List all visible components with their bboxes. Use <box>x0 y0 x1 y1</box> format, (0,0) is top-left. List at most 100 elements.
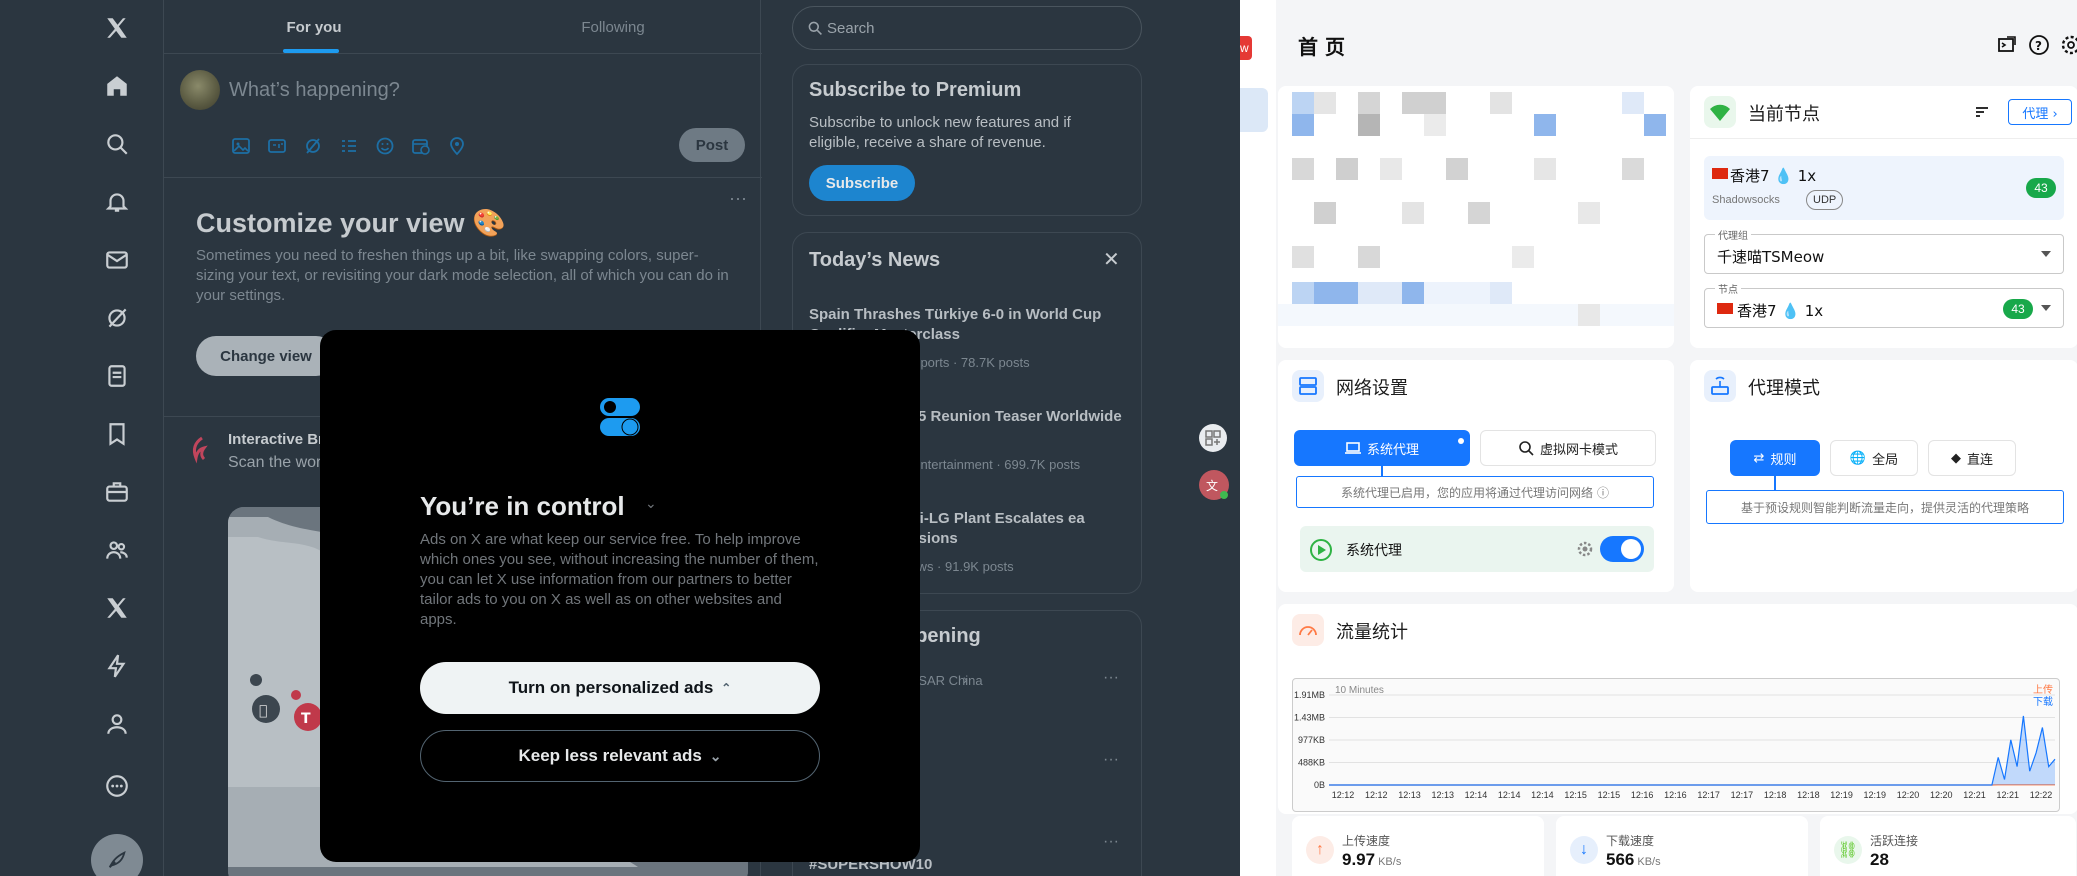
system-proxy-toggle[interactable] <box>1600 536 1644 562</box>
post-button[interactable]: Post <box>679 128 745 162</box>
laptop-icon <box>1344 442 1361 454</box>
subscribe-button[interactable]: Subscribe <box>809 165 915 201</box>
clash-home: 首 页 ? 当前节点 代理 › 香港7 💧 1x Shadowsocks UDP… <box>1276 0 2077 876</box>
link-icon: ⛓ <box>1834 836 1862 864</box>
proxy-group-select[interactable]: 代理组 千速喵TSMeow <box>1704 227 2064 274</box>
clash-sidebar: w <box>1240 0 1276 876</box>
profile-icon[interactable] <box>101 708 133 740</box>
button-label: Turn on personalized ads <box>508 678 714 697</box>
search-network-icon <box>1519 441 1534 456</box>
wifi-icon <box>1704 96 1736 128</box>
globe-icon: 🌐 <box>1849 450 1867 466</box>
sort-icon[interactable] <box>1974 104 1990 120</box>
emoji-icon[interactable] <box>375 136 395 156</box>
composer-input[interactable]: What’s happening? <box>229 79 400 102</box>
help-icon[interactable]: ? <box>2028 34 2050 56</box>
gif-icon[interactable] <box>267 136 287 156</box>
premium-x-icon[interactable] <box>101 592 133 624</box>
node-label: 节点 <box>1715 281 1741 296</box>
proxy-mode-title: 代理模式 <box>1748 378 1820 399</box>
grok-tool-icon[interactable] <box>303 136 323 156</box>
sidebar-active-item[interactable] <box>1240 88 1268 132</box>
bookmarks-icon[interactable] <box>101 418 133 450</box>
node-select[interactable]: 节点 香港7 💧 1x 43 <box>1704 281 2064 328</box>
news-headline[interactable]: ndai-LG Plant Escalates ea Tensions <box>893 509 1133 549</box>
location-pin-icon[interactable] <box>447 136 467 156</box>
mode-direct-button[interactable]: ◆ 直连 <box>1928 440 2016 476</box>
more-options-icon[interactable]: ··· <box>1103 833 1119 851</box>
more-circle-icon[interactable] <box>101 770 133 802</box>
translate-extension-icon[interactable]: 文 <box>1199 470 1229 500</box>
tab-following[interactable]: Following <box>464 0 762 54</box>
legend-upload: 上传 <box>2033 684 2053 696</box>
stat-label: 活跃连接 <box>1870 834 1919 848</box>
explore-search-icon[interactable] <box>101 128 133 160</box>
close-icon[interactable]: ✕ <box>1103 247 1120 272</box>
schedule-icon[interactable] <box>411 136 431 156</box>
communities-icon[interactable] <box>101 534 133 566</box>
mode-rule-button[interactable]: ⇄ 规则 <box>1730 440 1820 476</box>
chart-range-label: 10 Minutes <box>1335 685 1384 696</box>
search-placeholder: Search <box>827 20 875 37</box>
download-speed-card: ↓ 下载速度 566 KB/s <box>1556 816 1808 876</box>
notifications-bell-icon[interactable] <box>101 186 133 218</box>
turn-on-personalized-ads-button[interactable]: Turn on personalized ads ⌃ <box>420 662 820 714</box>
more-options-icon[interactable]: ··· <box>1103 751 1119 769</box>
x-logo-icon[interactable] <box>101 12 133 44</box>
tun-mode-tab[interactable]: 虚拟网卡模式 <box>1480 430 1656 466</box>
premium-card: Subscribe to Premium Subscribe to unlock… <box>792 64 1142 216</box>
terminal-icon[interactable] <box>1996 34 2018 56</box>
chevron-down-icon: ⌄ <box>709 747 722 764</box>
personalized-ads-modal: You’re in control ⌄ Ads on X are what ke… <box>320 330 920 862</box>
messages-mail-icon[interactable] <box>101 244 133 276</box>
keep-less-relevant-ads-button[interactable]: Keep less relevant ads ⌄ <box>420 730 820 782</box>
series-line <box>1329 715 2056 786</box>
current-node-card: 当前节点 代理 › 香港7 💧 1x Shadowsocks UDP 43 代理… <box>1690 86 2077 348</box>
stat-label: 上传速度 <box>1342 834 1391 848</box>
search-input[interactable]: Search <box>792 6 1142 50</box>
mode-label: 全局 <box>1872 452 1899 468</box>
news-headline[interactable]: 2025 Reunion Teaser Worldwide <box>893 407 1133 427</box>
system-proxy-row: 系统代理 <box>1300 526 1654 572</box>
direction-icon: ◆ <box>1950 450 1961 466</box>
x-tick-label: 12:19 <box>1864 790 1887 800</box>
legend-download: 下载 <box>2033 696 2053 708</box>
page-title: 首 页 <box>1298 35 1345 59</box>
x-tick-label: 12:22 <box>2030 790 2053 800</box>
x-tick-label: 12:12 <box>1365 790 1388 800</box>
y-tick-label: 977KB <box>1298 735 1325 745</box>
lists-icon[interactable] <box>101 360 133 392</box>
group-value: 千速喵TSMeow <box>1717 248 1825 266</box>
x-tick-label: 12:16 <box>1664 790 1687 800</box>
system-proxy-hint: 系统代理已启用，您的应用将通过代理访问网络 ⓘ <box>1296 476 1654 508</box>
settings-gear-icon[interactable] <box>1576 540 1594 558</box>
media-image-icon[interactable] <box>231 136 251 156</box>
x-tick-label: 12:13 <box>1398 790 1421 800</box>
extension-add-icon[interactable] <box>1199 424 1227 452</box>
settings-gear-icon[interactable] <box>2060 34 2077 56</box>
x-tick-label: 12:20 <box>1897 790 1920 800</box>
verified-orgs-lightning-icon[interactable] <box>101 650 133 682</box>
system-proxy-tab[interactable]: 系统代理 <box>1294 430 1470 466</box>
more-options-icon[interactable]: ··· <box>729 188 747 209</box>
compose-post-button[interactable] <box>91 834 143 876</box>
proxy-button[interactable]: 代理 › <box>2008 99 2072 125</box>
mode-global-button[interactable]: 🌐 全局 <box>1830 440 1918 476</box>
tab-for-you[interactable]: For you <box>164 0 464 54</box>
stat-unit: KB/s <box>1637 856 1661 868</box>
customize-title: Customize your view 🎨 <box>196 208 506 238</box>
selected-node[interactable]: 香港7 💧 1x Shadowsocks UDP 43 <box>1704 156 2064 220</box>
x-tick-label: 12:15 <box>1598 790 1621 800</box>
home-icon[interactable] <box>101 70 133 102</box>
grok-icon[interactable] <box>101 302 133 334</box>
poll-icon[interactable] <box>339 136 359 156</box>
china-flag-icon <box>1717 303 1733 314</box>
more-options-icon[interactable]: ··· <box>1103 669 1119 687</box>
svg-text:T: T <box>301 711 311 727</box>
jobs-briefcase-icon[interactable] <box>101 476 133 508</box>
x-tick-label: 12:21 <box>1996 790 2019 800</box>
change-view-button[interactable]: Change view <box>196 336 336 376</box>
x-sidebar <box>0 0 162 876</box>
user-avatar[interactable] <box>180 70 220 110</box>
feed-post-title: Interactive Br <box>228 431 324 448</box>
